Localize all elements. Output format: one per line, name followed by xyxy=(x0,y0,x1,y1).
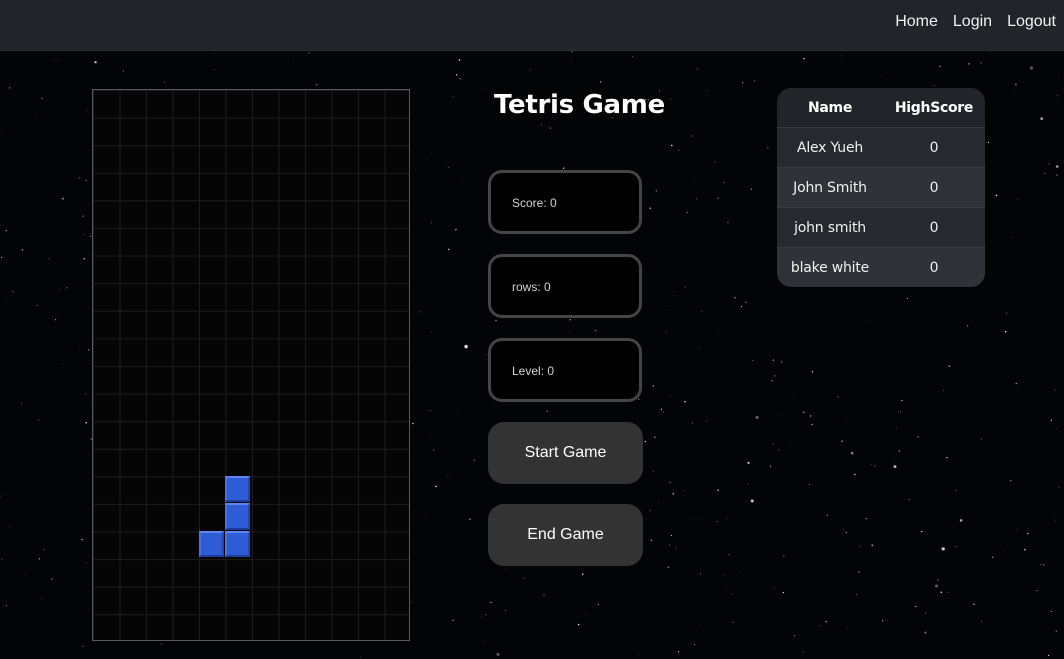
nav-links: Home Login Logout xyxy=(895,13,1056,31)
tetromino-block xyxy=(225,475,251,502)
table-row: blake white 0 xyxy=(777,247,985,287)
table-row: john smith 0 xyxy=(777,207,985,248)
score-label: Score: 0 xyxy=(512,196,557,210)
rows-label: rows: 0 xyxy=(512,280,551,294)
header-name: Name xyxy=(777,88,883,128)
player-score: 0 xyxy=(883,167,985,208)
table-row: Alex Yueh 0 xyxy=(777,127,985,168)
header-highscore: HighScore xyxy=(883,88,985,128)
leaderboard-table: Name HighScore Alex Yueh 0 John Smith 0 … xyxy=(777,88,985,287)
player-score: 0 xyxy=(883,247,985,287)
nav-link-login[interactable]: Login xyxy=(953,13,992,31)
table-row: John Smith 0 xyxy=(777,167,985,208)
player-score: 0 xyxy=(883,127,985,168)
tetromino-block xyxy=(225,503,251,530)
player-score: 0 xyxy=(883,207,985,248)
nav-link-home[interactable]: Home xyxy=(895,13,938,31)
level-box: Level: 0 xyxy=(488,338,642,402)
player-name: John Smith xyxy=(777,167,883,208)
rows-box: rows: 0 xyxy=(488,254,642,318)
level-label: Level: 0 xyxy=(512,364,555,378)
player-name: blake white xyxy=(777,247,883,287)
navbar: Home Login Logout xyxy=(0,0,1064,51)
player-name: john smith xyxy=(777,207,883,248)
nav-link-logout[interactable]: Logout xyxy=(1007,13,1056,31)
page-title: Tetris Game xyxy=(494,90,665,120)
start-game-button[interactable]: Start Game xyxy=(488,422,643,484)
end-game-button[interactable]: End Game xyxy=(488,504,643,566)
tetromino-block xyxy=(198,530,225,557)
tetris-board[interactable] xyxy=(92,89,410,641)
player-name: Alex Yueh xyxy=(777,127,883,168)
score-box: Score: 0 xyxy=(488,170,642,234)
tetromino-block xyxy=(225,530,251,557)
